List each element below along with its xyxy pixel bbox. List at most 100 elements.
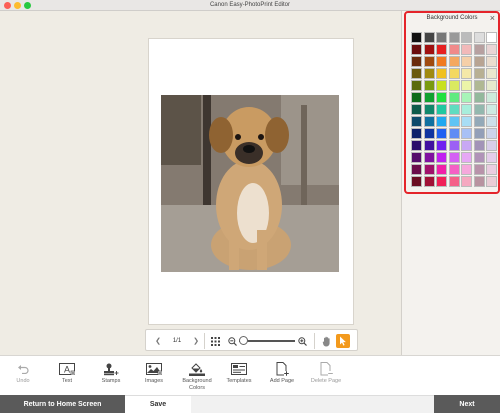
images-button[interactable]: Images — [131, 362, 177, 385]
previous-page-button[interactable]: ❮ — [152, 334, 164, 348]
color-swatch[interactable] — [423, 104, 435, 115]
color-swatch[interactable] — [461, 176, 472, 187]
color-swatch[interactable] — [473, 56, 485, 67]
color-swatch[interactable] — [411, 92, 422, 103]
color-swatch[interactable] — [473, 152, 485, 163]
color-swatch[interactable] — [448, 128, 460, 139]
color-swatch[interactable] — [486, 44, 497, 55]
color-swatch[interactable] — [448, 56, 460, 67]
color-swatch[interactable] — [448, 80, 460, 91]
color-swatch[interactable] — [411, 32, 422, 43]
color-swatch[interactable] — [448, 164, 460, 175]
color-swatch[interactable] — [448, 104, 460, 115]
color-swatch[interactable] — [423, 140, 435, 151]
color-swatch[interactable] — [423, 32, 435, 43]
color-swatch[interactable] — [448, 176, 460, 187]
color-swatch[interactable] — [473, 140, 485, 151]
color-swatch[interactable] — [436, 104, 447, 115]
color-swatch[interactable] — [461, 32, 472, 43]
color-swatch[interactable] — [423, 56, 435, 67]
color-swatch[interactable] — [473, 80, 485, 91]
color-swatch[interactable] — [461, 140, 472, 151]
color-swatch[interactable] — [436, 56, 447, 67]
color-swatch[interactable] — [423, 176, 435, 187]
color-swatch[interactable] — [448, 92, 460, 103]
color-swatch[interactable] — [436, 164, 447, 175]
color-swatch[interactable] — [436, 152, 447, 163]
color-swatch[interactable] — [486, 32, 497, 43]
color-swatch[interactable] — [411, 56, 422, 67]
color-swatch[interactable] — [486, 164, 497, 175]
color-swatch[interactable] — [461, 104, 472, 115]
color-swatch[interactable] — [486, 56, 497, 67]
color-swatch[interactable] — [411, 44, 422, 55]
color-swatch[interactable] — [486, 68, 497, 79]
color-swatch[interactable] — [461, 44, 472, 55]
color-swatch[interactable] — [448, 32, 460, 43]
color-swatch[interactable] — [486, 80, 497, 91]
zoom-out-button[interactable] — [226, 334, 238, 348]
color-swatch[interactable] — [423, 68, 435, 79]
color-swatch[interactable] — [423, 80, 435, 91]
color-swatch[interactable] — [473, 92, 485, 103]
print-page[interactable] — [148, 38, 354, 325]
add-page-button[interactable]: Add Page — [259, 362, 305, 385]
color-swatch[interactable] — [436, 140, 447, 151]
color-swatch[interactable] — [448, 152, 460, 163]
close-icon[interactable]: × — [490, 13, 495, 23]
pan-tool-button[interactable] — [320, 334, 334, 348]
color-swatch[interactable] — [461, 68, 472, 79]
text-button[interactable]: A Text — [44, 362, 90, 385]
color-swatch[interactable] — [461, 164, 472, 175]
color-swatch[interactable] — [423, 44, 435, 55]
undo-button[interactable]: Undo — [0, 362, 46, 385]
templates-button[interactable]: Templates — [216, 362, 262, 385]
background-colors-button[interactable]: Background Colors — [174, 362, 220, 391]
color-swatch[interactable] — [486, 128, 497, 139]
color-swatch[interactable] — [461, 116, 472, 127]
color-swatch[interactable] — [436, 128, 447, 139]
color-swatch[interactable] — [436, 116, 447, 127]
zoom-in-button[interactable] — [296, 334, 308, 348]
color-swatch[interactable] — [423, 152, 435, 163]
color-swatch[interactable] — [411, 116, 422, 127]
color-swatch[interactable] — [423, 116, 435, 127]
next-page-button[interactable]: ❯ — [190, 334, 202, 348]
color-swatch[interactable] — [436, 32, 447, 43]
puppy-photo[interactable] — [161, 95, 339, 272]
color-swatch[interactable] — [473, 176, 485, 187]
save-button[interactable]: Save — [125, 395, 191, 413]
color-swatch[interactable] — [461, 128, 472, 139]
color-swatch[interactable] — [473, 44, 485, 55]
color-swatch[interactable] — [411, 68, 422, 79]
color-swatch[interactable] — [486, 116, 497, 127]
color-swatch[interactable] — [448, 44, 460, 55]
color-swatch[interactable] — [423, 92, 435, 103]
color-swatch[interactable] — [423, 128, 435, 139]
select-tool-button[interactable] — [336, 334, 350, 348]
color-swatch[interactable] — [411, 104, 422, 115]
color-swatch[interactable] — [486, 104, 497, 115]
color-swatch[interactable] — [486, 152, 497, 163]
color-swatch[interactable] — [436, 92, 447, 103]
stamps-button[interactable]: Stamps — [88, 362, 134, 385]
color-swatch[interactable] — [423, 164, 435, 175]
color-swatch[interactable] — [486, 176, 497, 187]
color-swatch[interactable] — [411, 176, 422, 187]
color-swatch[interactable] — [473, 116, 485, 127]
color-swatch[interactable] — [436, 68, 447, 79]
color-swatch[interactable] — [486, 140, 497, 151]
color-swatch[interactable] — [461, 80, 472, 91]
color-swatch[interactable] — [448, 68, 460, 79]
color-swatch[interactable] — [411, 140, 422, 151]
page-list-button[interactable] — [208, 334, 222, 348]
color-swatch[interactable] — [411, 128, 422, 139]
color-swatch[interactable] — [436, 176, 447, 187]
color-swatch[interactable] — [411, 80, 422, 91]
color-swatch[interactable] — [486, 92, 497, 103]
color-swatch[interactable] — [473, 104, 485, 115]
color-swatch[interactable] — [436, 44, 447, 55]
color-swatch[interactable] — [473, 164, 485, 175]
delete-page-button[interactable]: Delete Page — [303, 362, 349, 385]
color-swatch[interactable] — [411, 152, 422, 163]
